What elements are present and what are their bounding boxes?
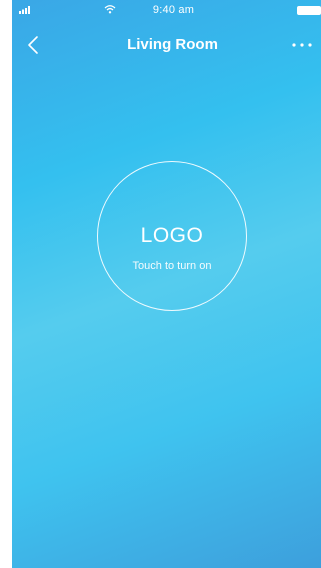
battery-icon	[297, 6, 321, 15]
page-title: Living Room	[127, 36, 218, 53]
touch-hint: Touch to turn on	[132, 260, 212, 272]
more-horizontal-icon	[292, 43, 312, 47]
more-options-button[interactable]	[290, 38, 318, 52]
status-bar: 9:40 am	[12, 0, 321, 22]
power-toggle-button[interactable]: LOGO Touch to turn on	[97, 161, 247, 311]
device-screen: 9:40 am Living Room LOGO Touch to turn o…	[12, 0, 321, 568]
status-time: 9:40 am	[152, 4, 195, 16]
device-logo: LOGO	[140, 224, 204, 247]
nav-bar: Living Room	[12, 28, 321, 62]
